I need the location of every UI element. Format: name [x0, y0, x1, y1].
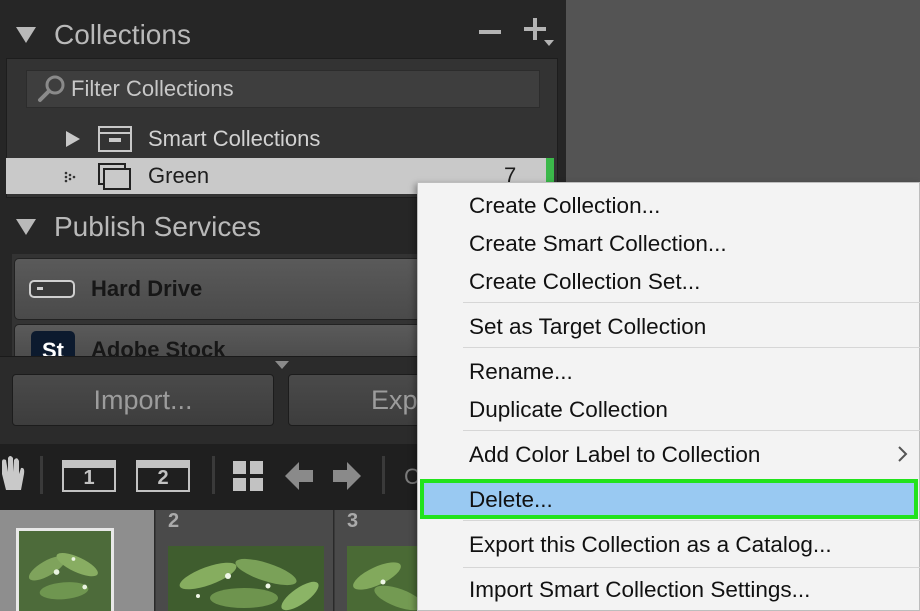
cell-index: 2	[168, 510, 180, 532]
plus-icon[interactable]	[522, 16, 556, 50]
menu-separator	[463, 520, 920, 521]
photo-thumbnail[interactable]	[168, 546, 324, 611]
drag-dots-icon	[64, 171, 76, 183]
menu-item-export-catalog[interactable]: Export this Collection as a Catalog...	[469, 532, 832, 558]
menu-item-rename[interactable]: Rename...	[469, 359, 573, 385]
toolbar-separator	[40, 456, 43, 494]
search-icon	[38, 75, 65, 102]
menu-item-create-smart-collection[interactable]: Create Smart Collection...	[469, 231, 727, 257]
toolbar-separator	[212, 456, 215, 494]
menu-item-create-collection-set[interactable]: Create Collection Set...	[469, 269, 700, 295]
publish-service-hard-drive[interactable]: Hard Drive	[14, 258, 434, 320]
toolbar-separator	[382, 456, 385, 494]
collapse-triangle-icon[interactable]	[14, 25, 38, 45]
menu-item-create-collection[interactable]: Create Collection...	[469, 193, 660, 219]
collections-title: Collections	[54, 19, 191, 50]
menu-item-add-color-label[interactable]: Add Color Label to Collection	[469, 442, 760, 468]
chevron-right-icon	[898, 446, 908, 462]
import-button[interactable]: Import...	[12, 374, 274, 426]
arrow-left-icon[interactable]	[284, 460, 314, 492]
primary-window-button[interactable]: 1	[62, 460, 116, 492]
collapse-triangle-icon[interactable]	[14, 217, 38, 237]
secondary-window-button[interactable]: 2	[136, 460, 190, 492]
menu-item-duplicate[interactable]: Duplicate Collection	[469, 397, 668, 423]
grid-view-icon[interactable]	[232, 460, 264, 492]
export-button[interactable]: Export...	[288, 374, 472, 426]
menu-item-set-as-target[interactable]: Set as Target Collection	[469, 314, 706, 340]
collection-icon	[98, 163, 131, 190]
hand-icon[interactable]	[0, 454, 26, 494]
menu-item-import-smart-settings[interactable]: Import Smart Collection Settings...	[469, 577, 810, 603]
collection-set-icon	[98, 126, 132, 152]
collection-set-smart-collections[interactable]: Smart Collections	[6, 120, 558, 158]
menu-separator	[463, 302, 920, 303]
photo-thumbnail[interactable]	[16, 528, 114, 611]
collection-name: Green	[148, 163, 210, 188]
expand-triangle-icon[interactable]	[62, 129, 82, 149]
cell-index: 3	[347, 510, 359, 532]
minus-icon[interactable]	[478, 20, 502, 44]
publish-services-title: Publish Services	[54, 211, 261, 242]
filter-placeholder: Filter Collections	[71, 76, 234, 101]
menu-separator	[463, 567, 920, 568]
photo-thumbnail[interactable]	[347, 546, 427, 611]
menu-separator	[463, 347, 920, 348]
menu-item-delete[interactable]: Delete...	[469, 487, 553, 513]
menu-separator	[463, 430, 920, 431]
filter-collections-field[interactable]: Filter Collections	[26, 70, 540, 108]
arrow-right-icon[interactable]	[332, 460, 362, 492]
panel-toggle-icon[interactable]	[274, 360, 290, 370]
collection-name: Smart Collections	[148, 126, 321, 151]
hard-drive-icon	[29, 280, 75, 298]
publish-service-label: Hard Drive	[91, 276, 203, 301]
